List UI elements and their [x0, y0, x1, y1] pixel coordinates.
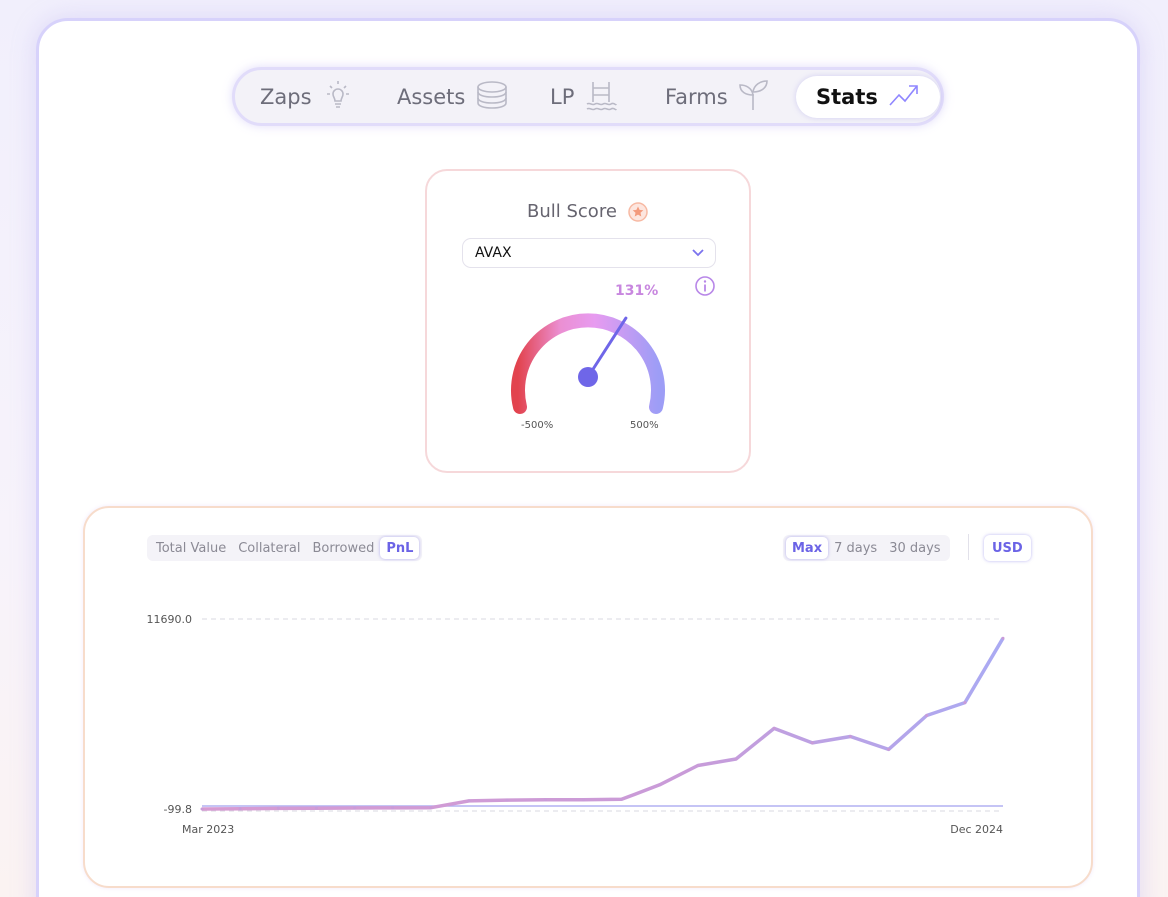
- pnl-data-point: [1001, 636, 1005, 640]
- tab-lp[interactable]: LP: [550, 76, 618, 118]
- y-tick-label: 11690.0: [147, 613, 193, 626]
- tab-assets-label: Assets: [397, 85, 466, 109]
- pnl-data-point: [238, 807, 242, 811]
- pnl-data-point: [505, 798, 509, 802]
- pnl-line-chart: 11690.0 -99.8 Mar 2023 Dec 2024: [147, 613, 1005, 836]
- pnl-data-point: [429, 806, 433, 810]
- chevron-down-icon: [691, 247, 705, 263]
- chart-card: Total Value Collateral Borrowed PnL Max …: [83, 506, 1093, 888]
- star-badge-icon: [627, 201, 649, 227]
- pnl-data-point: [314, 806, 318, 810]
- pnl-data-point: [276, 806, 280, 810]
- pnl-data-point: [391, 806, 395, 810]
- trending-up-icon: [888, 81, 920, 114]
- tab-assets[interactable]: Assets: [397, 76, 509, 118]
- lightbulb-icon: [322, 79, 354, 116]
- info-icon[interactable]: [694, 275, 716, 301]
- tab-lp-label: LP: [550, 85, 575, 109]
- tab-farms-label: Farms: [665, 85, 728, 109]
- tab-bar: Zaps Assets LP Farms Stats: [232, 67, 944, 126]
- asset-select-value: AVAX: [475, 245, 512, 261]
- pool-ladder-icon: [584, 78, 618, 117]
- x-tick-label: Dec 2024: [950, 823, 1003, 836]
- bull-score-title: Bull Score: [527, 201, 617, 222]
- gauge-hub: [578, 367, 598, 387]
- y-tick-label: -99.8: [164, 803, 192, 816]
- gauge-arc: [511, 313, 665, 414]
- pnl-data-point: [543, 798, 547, 802]
- sprout-icon: [738, 78, 770, 117]
- pnl-data-point: [353, 806, 357, 810]
- pnl-data-point: [581, 798, 585, 802]
- coins-stack-icon: [475, 79, 509, 116]
- gauge-max-label: 500%: [630, 420, 659, 431]
- asset-select[interactable]: AVAX: [462, 238, 716, 268]
- pnl-data-point: [963, 701, 967, 705]
- pnl-data-point: [620, 797, 624, 801]
- pnl-data-point: [848, 735, 852, 738]
- tab-farms[interactable]: Farms: [665, 76, 770, 118]
- gauge-min-label: -500%: [521, 420, 554, 431]
- tab-zaps-label: Zaps: [260, 85, 312, 109]
- pnl-data-point: [200, 807, 204, 811]
- pnl-data-point: [658, 783, 662, 787]
- pnl-data-point: [772, 726, 776, 730]
- tab-stats[interactable]: Stats: [796, 76, 940, 118]
- bull-score-card: Bull Score AVAX 131% -500% 500%: [425, 169, 751, 473]
- tab-zaps[interactable]: Zaps: [260, 76, 354, 118]
- x-tick-label: Mar 2023: [182, 823, 234, 836]
- pnl-data-point: [467, 799, 471, 803]
- pnl-data-point: [734, 757, 738, 761]
- pnl-series-line: [201, 637, 1005, 811]
- tab-stats-label: Stats: [816, 85, 878, 109]
- pnl-data-point: [925, 714, 929, 717]
- bull-score-gauge: [511, 313, 665, 414]
- pnl-data-point: [810, 741, 814, 745]
- pnl-data-point: [887, 747, 891, 751]
- pnl-data-point: [696, 764, 700, 767]
